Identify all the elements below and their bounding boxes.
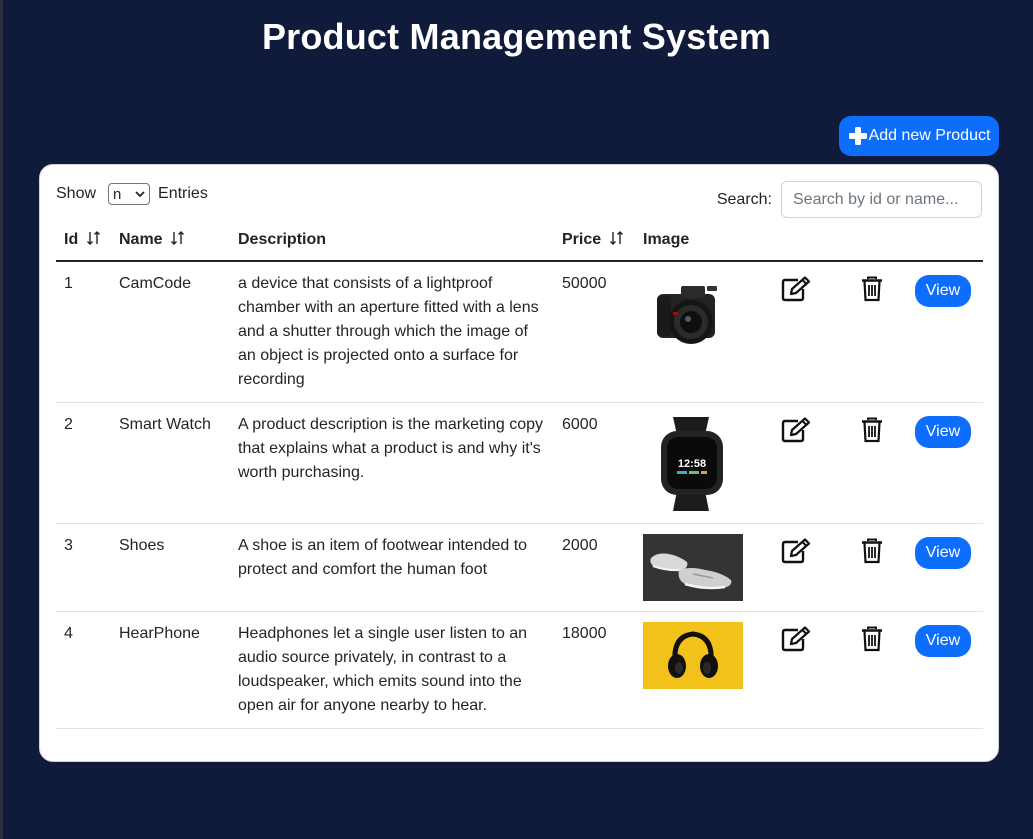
entries-select[interactable]: n: [108, 183, 151, 205]
products-table: Id Name Description Price Image 1 CamCod…: [56, 223, 983, 729]
cell-image: 12:58: [635, 402, 751, 524]
page-title: Product Management System: [261, 16, 772, 57]
cell-delete: [841, 523, 903, 612]
cell-delete: [841, 402, 903, 524]
cell-edit: [751, 402, 841, 524]
edit-icon[interactable]: [781, 626, 811, 660]
show-label: Show: [56, 185, 97, 202]
cell-price: 50000: [554, 261, 635, 403]
cell-name: CamCode: [111, 261, 230, 403]
trash-icon[interactable]: [861, 626, 883, 660]
header-view: [903, 223, 983, 262]
cell-name: Shoes: [111, 523, 230, 612]
table-header-row: Id Name Description Price Image: [56, 223, 983, 262]
add-product-button[interactable]: Add new Product: [839, 116, 999, 156]
cell-price: 6000: [554, 402, 635, 524]
cell-description: Headphones let a single user listen to a…: [230, 611, 554, 729]
cell-view: View: [903, 402, 983, 524]
cell-id: 3: [56, 523, 111, 612]
smartwatch-photo: 12:58: [643, 413, 743, 513]
cell-description: a device that consists of a lightproof c…: [230, 261, 554, 403]
header-name[interactable]: Name: [111, 223, 230, 262]
header-price-label: Price: [562, 231, 602, 248]
watch-time: 12:58: [678, 458, 706, 470]
add-product-label: Add new Product: [868, 127, 991, 144]
trash-icon[interactable]: [861, 538, 883, 572]
headphones-photo: [643, 622, 743, 689]
cell-id: 1: [56, 261, 111, 403]
search-control: Search:: [717, 181, 982, 218]
entries-label: Entries: [158, 185, 208, 202]
sort-icon: [86, 231, 100, 246]
table-row: 1 CamCode a device that consists of a li…: [56, 261, 983, 403]
header-edit: [751, 223, 841, 262]
header-price[interactable]: Price: [554, 223, 635, 262]
cell-edit: [751, 611, 841, 729]
cell-id: 2: [56, 402, 111, 524]
header-id-label: Id: [64, 231, 79, 248]
sort-icon: [171, 231, 185, 246]
trash-icon[interactable]: [861, 417, 883, 451]
cell-image: [635, 261, 751, 403]
cell-delete: [841, 261, 903, 403]
products-card: Show n Entries Search: Id: [39, 164, 999, 762]
entries-value: n: [113, 185, 122, 203]
cell-delete: [841, 611, 903, 729]
search-input[interactable]: [781, 181, 982, 218]
cell-view: View: [903, 261, 983, 403]
view-button[interactable]: View: [915, 537, 971, 569]
header-id[interactable]: Id: [56, 223, 111, 262]
header-image: Image: [635, 223, 751, 262]
window-edge: [0, 0, 3, 839]
sort-icon: [609, 231, 623, 246]
cell-view: View: [903, 523, 983, 612]
cell-price: 2000: [554, 523, 635, 612]
view-button[interactable]: View: [915, 416, 971, 448]
cell-description: A product description is the marketing c…: [230, 402, 554, 524]
shoes-photo: [643, 534, 743, 601]
cell-image: [635, 523, 751, 612]
cell-edit: [751, 261, 841, 403]
cell-name: HearPhone: [111, 611, 230, 729]
header-description: Description: [230, 223, 554, 262]
header-delete: [841, 223, 903, 262]
edit-icon[interactable]: [781, 538, 811, 572]
table-row: 2 Smart Watch A product description is t…: [56, 402, 983, 524]
cell-name: Smart Watch: [111, 402, 230, 524]
cell-id: 4: [56, 611, 111, 729]
table-row: 4 HearPhone Headphones let a single user…: [56, 611, 983, 729]
cell-price: 18000: [554, 611, 635, 729]
view-button[interactable]: View: [915, 275, 971, 307]
plus-icon: [848, 127, 867, 145]
cell-description: A shoe is an item of footwear intended t…: [230, 523, 554, 612]
search-label: Search:: [716, 190, 772, 208]
trash-icon[interactable]: [861, 276, 883, 310]
entries-control: Show n Entries: [56, 183, 208, 205]
edit-icon[interactable]: [781, 417, 811, 451]
camera-photo: [643, 272, 743, 362]
header-name-label: Name: [119, 231, 163, 248]
table-row: 3 Shoes A shoe is an item of footwear in…: [56, 523, 983, 612]
cell-edit: [751, 523, 841, 612]
cell-view: View: [903, 611, 983, 729]
chevron-down-icon: [135, 191, 145, 198]
cell-image: [635, 611, 751, 729]
view-button[interactable]: View: [915, 625, 971, 657]
edit-icon[interactable]: [781, 276, 811, 310]
